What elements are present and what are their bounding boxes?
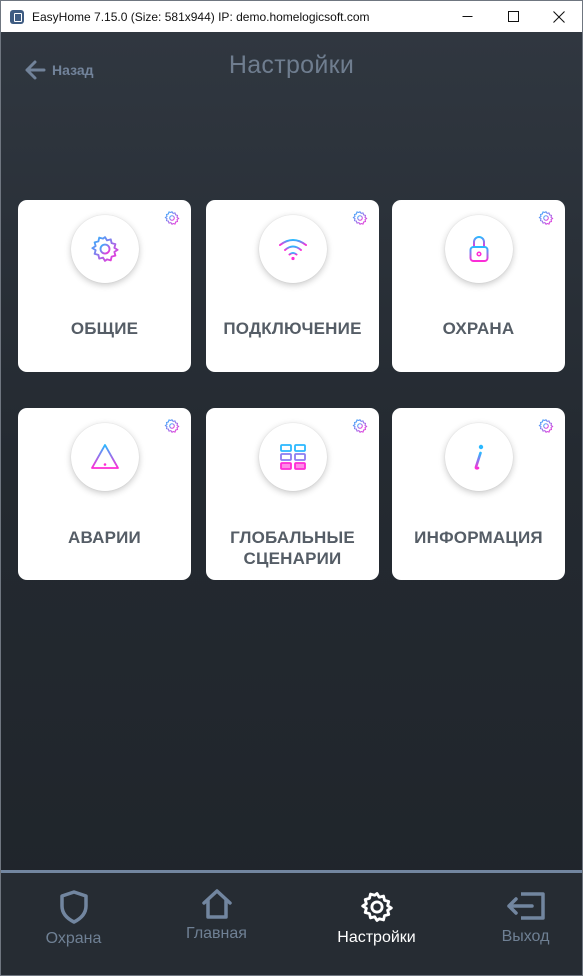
nav-label: Главная — [186, 925, 247, 942]
close-icon — [553, 10, 565, 23]
nav-item-security[interactable]: Охрана — [1, 873, 146, 975]
app-window: EasyHome 7.15.0 (Size: 581x944) IP: demo… — [0, 0, 583, 976]
tile-label: ИНФОРМАЦИЯ — [414, 528, 543, 547]
nav-label: Охрана — [45, 930, 102, 947]
tile-label-line-2: СЦЕНАРИИ — [243, 549, 342, 568]
window-title: EasyHome 7.15.0 (Size: 581x944) IP: demo… — [32, 9, 370, 24]
minimize-icon — [462, 16, 472, 17]
home-icon — [201, 889, 232, 919]
exit-icon — [506, 892, 545, 920]
tile-icon-circle — [258, 423, 327, 491]
settings-gear-icon[interactable] — [538, 210, 554, 226]
settings-gear-icon[interactable] — [164, 418, 180, 434]
page-title: Настройки — [228, 51, 355, 79]
tile-general[interactable]: ОБЩИЕ — [18, 200, 191, 372]
title-bar: EasyHome 7.15.0 (Size: 581x944) IP: demo… — [1, 1, 582, 32]
shield-icon — [59, 890, 88, 924]
nav-label: Настройки — [337, 929, 416, 946]
tile-connection[interactable]: ПОДКЛЮЧЕНИЕ — [206, 200, 379, 372]
tile-label: ПОДКЛЮЧЕНИЕ — [223, 319, 362, 338]
maximize-icon — [507, 11, 519, 22]
bottom-nav: Охрана Главная Настройки Выход — [1, 870, 582, 975]
close-button[interactable] — [536, 1, 582, 32]
settings-gear-icon[interactable] — [538, 418, 554, 434]
minimize-button[interactable] — [444, 1, 490, 32]
tile-security[interactable]: ОХРАНА — [392, 200, 565, 372]
tile-icon-circle — [70, 215, 139, 283]
tile-label: ГЛОБАЛЬНЫЕ СЦЕНАРИИ — [206, 527, 379, 569]
tile-icon-circle — [70, 423, 139, 491]
maximize-button[interactable] — [490, 1, 536, 32]
lock-icon — [469, 236, 488, 262]
nav-label: Выход — [501, 928, 550, 945]
tile-label: ОХРАНА — [442, 319, 515, 338]
nav-item-settings[interactable]: Настройки — [304, 873, 449, 975]
info-icon — [474, 444, 483, 470]
wifi-icon — [278, 239, 307, 261]
tile-label: ОБЩИЕ — [70, 319, 139, 338]
tile-icon-circle — [258, 215, 327, 283]
tile-label: АВАРИИ — [68, 528, 141, 547]
grid-icon — [279, 444, 306, 470]
settings-gear-icon[interactable] — [164, 210, 180, 226]
app-icon — [10, 9, 24, 24]
warning-icon — [90, 444, 119, 469]
gear-icon — [90, 236, 119, 262]
tile-alarms[interactable]: АВАРИИ — [18, 408, 191, 580]
settings-gear-icon[interactable] — [352, 418, 368, 434]
tile-icon-circle — [444, 215, 513, 283]
gear-icon — [360, 892, 393, 922]
window-controls — [444, 1, 582, 32]
nav-item-exit[interactable]: Выход — [453, 873, 582, 975]
app-content: Назад Настройки ОБЩИЕ ПОДКЛЮЧЕНИЕ ОХРАНА… — [1, 32, 582, 975]
tile-global-scenarios[interactable]: ГЛОБАЛЬНЫЕ СЦЕНАРИИ — [206, 408, 379, 580]
settings-gear-icon[interactable] — [352, 210, 368, 226]
tile-information[interactable]: ИНФОРМАЦИЯ — [392, 408, 565, 580]
nav-item-home[interactable]: Главная — [144, 873, 289, 975]
tile-icon-circle — [444, 423, 513, 491]
tile-label-line-1: ГЛОБАЛЬНЫЕ — [230, 528, 355, 547]
